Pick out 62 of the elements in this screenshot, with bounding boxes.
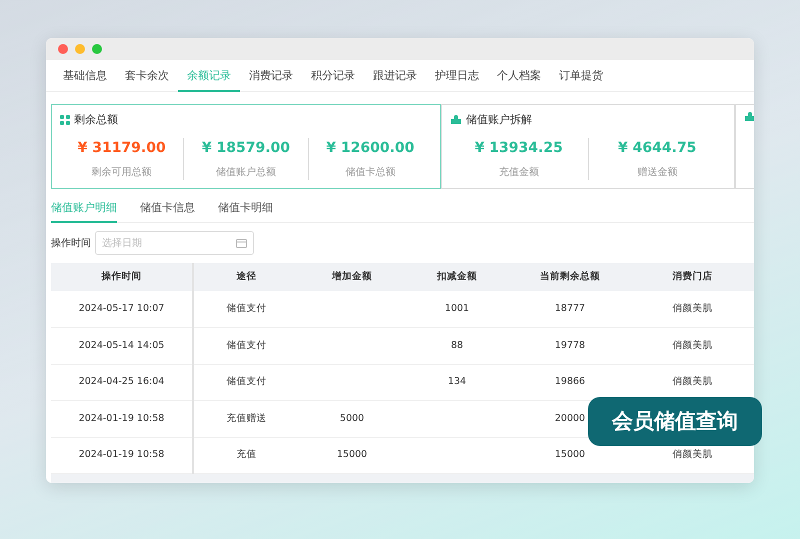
column-header: 操作时间 xyxy=(51,263,193,291)
puzzle-icon xyxy=(450,115,462,126)
amount-label: 储值账户总额 xyxy=(216,166,276,180)
calendar-icon xyxy=(236,238,247,248)
table-cell: 2024-04-25 16:04 xyxy=(78,376,164,388)
sub-tab[interactable]: 储值卡信息 xyxy=(140,195,195,223)
close-button[interactable] xyxy=(58,44,68,54)
amount-label: 充值金额 xyxy=(498,166,539,180)
table-cell: 5000 xyxy=(340,412,364,424)
tab[interactable]: 订单提货 xyxy=(550,62,612,92)
sub-tab[interactable]: 储值卡明细 xyxy=(218,195,273,223)
amount-value: ¥ 13934.25 xyxy=(474,138,563,158)
card-title: 剩余总额 xyxy=(74,112,118,128)
table-cell: 19866 xyxy=(554,376,586,388)
column-header: 增加金额 xyxy=(299,263,405,291)
amount-label: 剩余可用总额 xyxy=(92,166,152,180)
column-header: 当前剩余总额 xyxy=(509,263,631,291)
title-banner: 会员储值查询 xyxy=(588,397,762,446)
tab[interactable]: 跟进记录 xyxy=(364,62,426,92)
filter-label: 操作时间 xyxy=(51,236,91,250)
tab[interactable]: 护理日志 xyxy=(426,62,488,92)
table-cell: 俏颜美肌 xyxy=(672,340,712,351)
table-cell: 储值支付 xyxy=(226,340,266,351)
table-cell: 18777 xyxy=(554,302,586,314)
table-cell: 134 xyxy=(448,376,466,388)
table-cell: 20000 xyxy=(554,412,586,424)
minimize-button[interactable] xyxy=(75,44,85,54)
table-cell: 2024-05-14 14:05 xyxy=(78,340,164,351)
tab[interactable]: 套卡余次 xyxy=(116,62,178,92)
table-cell: 2024-01-19 10:58 xyxy=(78,412,164,424)
amount-label: 储值卡总额 xyxy=(345,166,396,180)
table-cell: 88 xyxy=(450,340,464,351)
table-cell: 15000 xyxy=(554,449,586,460)
tab[interactable]: 积分记录 xyxy=(302,62,364,92)
amount-value: ¥ 18579.00 xyxy=(202,138,290,158)
maximize-button[interactable] xyxy=(92,44,102,54)
table-cell: 15000 xyxy=(336,449,368,460)
puzzle-icon xyxy=(744,112,754,122)
column-header: 途径 xyxy=(193,263,299,291)
table-cell: 充值赠送 xyxy=(226,412,266,424)
table-cell: 俏颜美肌 xyxy=(672,376,712,388)
table-cell: 储值支付 xyxy=(226,376,266,388)
table-cell: 储值支付 xyxy=(226,302,266,314)
amount-value: ¥ 4644.75 xyxy=(618,138,696,158)
table-cell: 2024-01-19 10:58 xyxy=(78,449,164,460)
tab[interactable]: 消费记录 xyxy=(240,62,302,92)
column-header: 扣减金额 xyxy=(405,263,509,291)
table-cell: 俏颜美肌 xyxy=(672,302,712,314)
card-title: 储值账户拆解 xyxy=(466,112,532,128)
table-cell: 2024-05-17 10:07 xyxy=(78,302,164,314)
amount-label: 赠送金额 xyxy=(637,166,678,180)
amount-value: ¥ 31179.00 xyxy=(78,138,166,158)
column-header: 消费门店 xyxy=(631,263,754,291)
amount-value: ¥ 12600.00 xyxy=(326,138,414,158)
grid-icon xyxy=(60,115,70,126)
tab[interactable]: 个人档案 xyxy=(488,62,550,92)
table-cell: 充值 xyxy=(236,449,256,460)
date-field[interactable]: 选择日期 xyxy=(95,231,254,255)
table-cell: 1001 xyxy=(444,302,470,314)
table-cell: 19778 xyxy=(554,340,586,351)
table-cell: 俏颜美肌 xyxy=(672,449,712,460)
tab[interactable]: 基础信息 xyxy=(54,62,116,92)
